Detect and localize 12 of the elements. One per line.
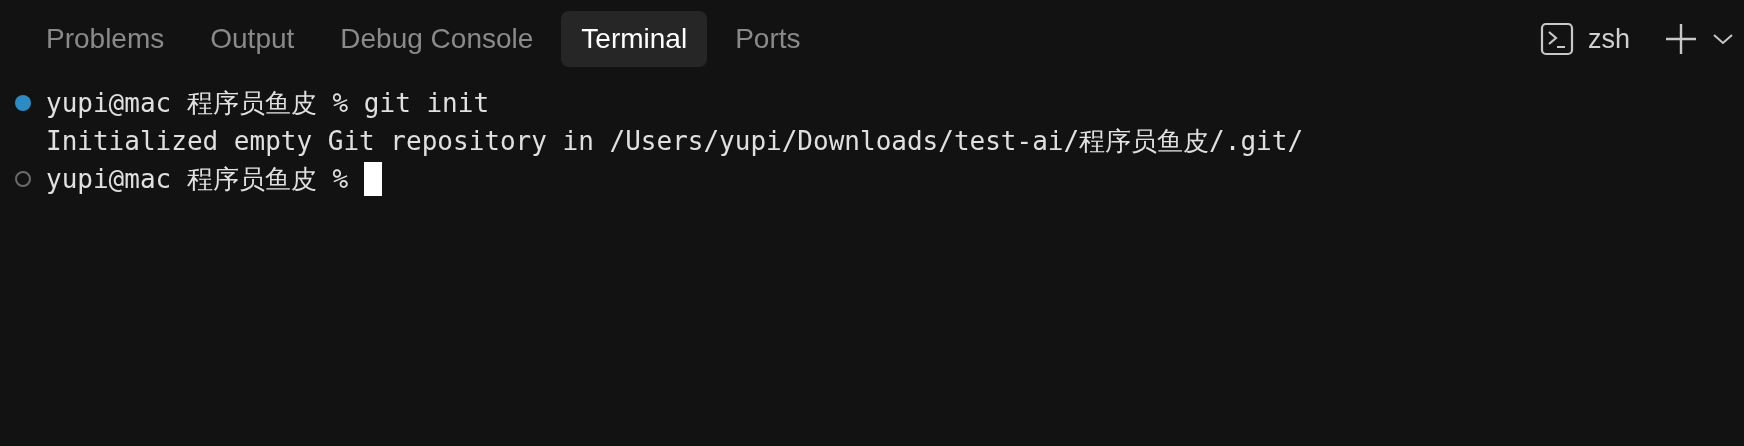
panel-tab[interactable]: Ports <box>717 11 819 67</box>
add-icon[interactable] <box>1664 22 1698 56</box>
panel-tab[interactable]: Debug Console <box>322 11 552 67</box>
terminal-icon[interactable] <box>1539 22 1574 56</box>
chevron-down-icon[interactable] <box>1712 32 1734 46</box>
panel-tab[interactable]: Problems <box>28 11 183 67</box>
command-line: yupi@mac 程序员鱼皮 % git init <box>46 87 490 120</box>
command-line: yupi@mac 程序员鱼皮 % <box>46 163 349 196</box>
panel-tab[interactable]: Terminal <box>561 11 708 67</box>
output-line: Initialized empty Git repository in /Users/yupi/Downloads/test-ai/程序员鱼皮/.git/ <box>46 125 1304 158</box>
panel-tab[interactable]: Output <box>192 11 313 67</box>
shell-name: zsh <box>1587 22 1630 56</box>
